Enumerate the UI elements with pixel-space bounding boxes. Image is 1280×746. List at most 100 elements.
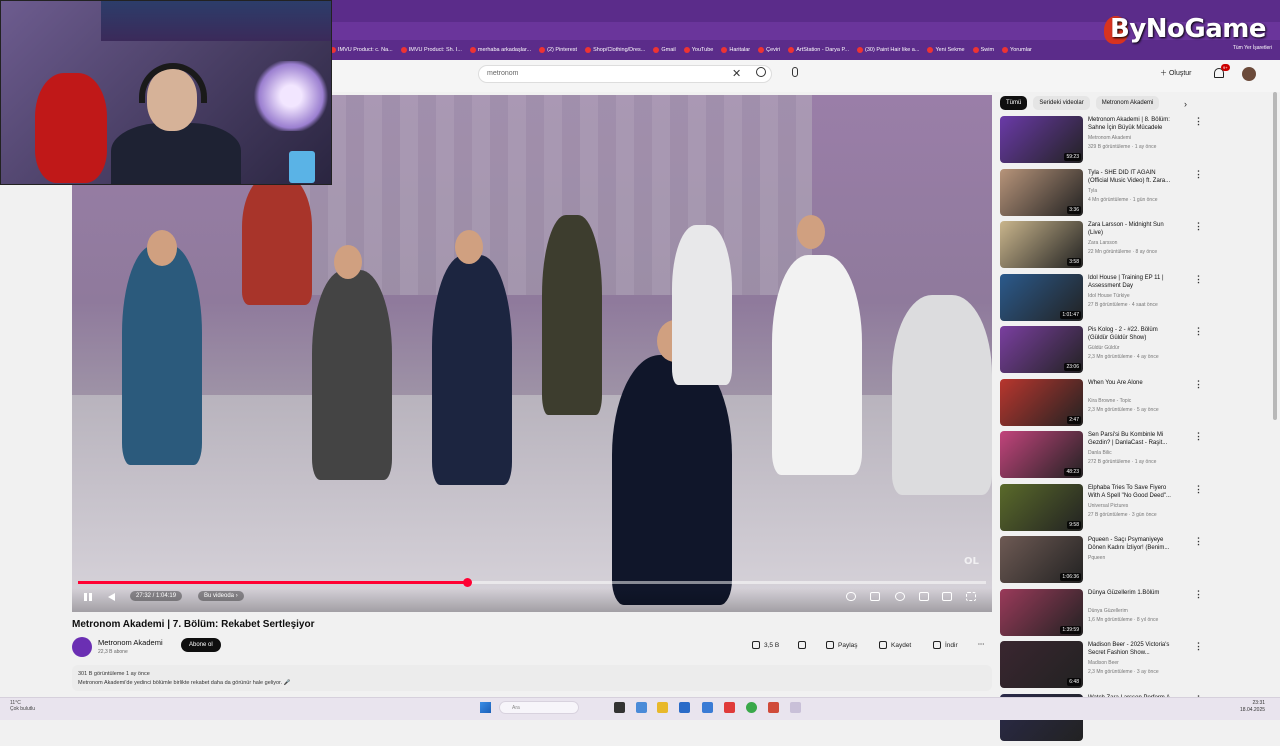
description-box[interactable]: 301 B görüntüleme 1 ay önce Metronom Aka… [72, 665, 992, 691]
more-options-icon[interactable]: ⋮ [1194, 221, 1203, 232]
video-title[interactable]: When You Are Alone [1088, 379, 1176, 387]
mic-icon[interactable] [792, 67, 798, 77]
more-options-icon[interactable]: ⋮ [1194, 641, 1203, 652]
taskbar-clock[interactable]: 23:31 18.04.2025 [1240, 700, 1265, 714]
progress-scrubber[interactable] [462, 578, 472, 587]
more-actions-icon[interactable]: ··· [978, 641, 985, 648]
video-thumbnail[interactable]: 23:06 [1000, 326, 1083, 373]
filter-chip[interactable]: Tümü [1000, 96, 1028, 110]
search-icon[interactable] [756, 67, 766, 77]
video-title[interactable]: Dünya Güzellerim 1.Bölüm [1088, 589, 1176, 597]
theater-icon[interactable] [942, 592, 952, 601]
create-button[interactable]: ＋ Oluştur [1160, 68, 1192, 78]
video-channel[interactable]: Zara Larsson [1088, 240, 1117, 246]
video-thumbnail[interactable]: 1:01:47 [1000, 273, 1083, 321]
more-options-icon[interactable]: ⋮ [1194, 431, 1203, 442]
video-thumbnail[interactable]: 3:36 [1000, 168, 1083, 216]
folder-icon[interactable] [657, 702, 668, 713]
video-title[interactable]: Madison Beer - 2025 Victoria's Secret Fa… [1088, 641, 1176, 657]
video-channel[interactable]: Danla Bilic [1088, 450, 1112, 456]
video-channel[interactable]: Kira Browne - Topic [1088, 398, 1131, 404]
more-options-icon[interactable]: ⋮ [1194, 116, 1203, 127]
weather-widget[interactable]: 11°C Çok bulutlu [10, 700, 35, 712]
recommended-video[interactable]: 3:36 Tyla - SHE DID IT AGAIN (Official Mu… [1000, 168, 1270, 221]
more-options-icon[interactable]: ⋮ [1194, 169, 1203, 180]
video-thumbnail[interactable]: 2:47 [1000, 378, 1083, 426]
scrollbar[interactable] [1273, 92, 1277, 420]
recommended-video[interactable]: 9:58 Elphaba Tries To Save Fiyero With A … [1000, 483, 1270, 536]
bookmark-item[interactable]: Yorumlar [1002, 47, 1032, 53]
like-button[interactable]: 3,5 B [752, 641, 779, 649]
more-options-icon[interactable]: ⋮ [1194, 274, 1203, 285]
more-options-icon[interactable]: ⋮ [1194, 536, 1203, 547]
chapter-button[interactable]: Bu videoda › [198, 591, 244, 601]
filter-chip[interactable]: Serideki videolar [1033, 96, 1090, 110]
video-thumbnail[interactable]: 6:48 [1000, 641, 1083, 688]
volume-icon[interactable] [108, 593, 115, 601]
video-thumbnail[interactable]: 1:39:59 [1000, 588, 1083, 636]
recommended-video[interactable]: 23:06 Pis Kolog - 2 - #22. Bölüm (Güldür … [1000, 326, 1270, 378]
video-thumbnail[interactable]: 59:23 [1000, 116, 1083, 163]
recommended-video[interactable]: 1:06:36 Pqueen - Saçı Psymaniyeye Dönen K… [1000, 536, 1270, 588]
account-avatar[interactable] [1242, 67, 1256, 81]
chrome-icon[interactable] [746, 702, 757, 713]
bookmark-item[interactable]: IMVU Product: Sh. I... [400, 47, 462, 53]
app-icon[interactable] [636, 702, 647, 713]
app-icon-2[interactable] [724, 702, 735, 713]
bookmark-item[interactable]: merhaba arkadaşlar... [469, 47, 531, 53]
video-title[interactable]: Pis Kolog - 2 - #22. Bölüm (Güldür Güldü… [1088, 326, 1176, 342]
taskview-icon[interactable] [614, 702, 625, 713]
recommended-video[interactable]: 1:01:47 Idol House | Training EP 11 | Ass… [1000, 273, 1270, 326]
share-button[interactable]: Paylaş [826, 641, 858, 649]
store-icon[interactable] [679, 702, 690, 713]
bookmark-item[interactable]: (2) Pinterest [539, 47, 577, 53]
video-channel[interactable]: Idol House Türkiye [1088, 293, 1130, 299]
miniplayer-icon[interactable] [919, 592, 929, 601]
app-icon-4[interactable] [790, 702, 801, 713]
save-button[interactable]: Kaydet [879, 641, 911, 649]
settings-icon[interactable] [895, 592, 905, 601]
video-channel[interactable]: Güldür Güldür [1088, 345, 1119, 351]
more-options-icon[interactable]: ⋮ [1194, 589, 1203, 600]
download-button[interactable]: İndir [933, 641, 958, 649]
fullscreen-icon[interactable] [966, 592, 976, 601]
more-options-icon[interactable]: ⋮ [1194, 484, 1203, 495]
video-title[interactable]: Pqueen - Saçı Psymaniyeye Dönen Kadını İ… [1088, 536, 1176, 552]
start-icon[interactable] [480, 702, 491, 713]
edge-icon[interactable] [702, 702, 713, 713]
video-channel[interactable]: Universal Pictures [1088, 503, 1128, 509]
bookmark-item[interactable]: ArtStation - Darya P... [788, 47, 849, 53]
bookmark-item[interactable]: Çeviri [758, 47, 780, 53]
autoplay-toggle-icon[interactable] [846, 592, 856, 601]
video-title[interactable]: Idol House | Training EP 11 | Assessment… [1088, 274, 1176, 290]
pause-icon[interactable] [83, 592, 93, 602]
video-channel[interactable]: Metronom Akademi [1088, 135, 1131, 141]
video-channel[interactable]: Tyla [1088, 188, 1097, 194]
video-channel[interactable]: Dünya Güzellerim [1088, 608, 1128, 614]
more-options-icon[interactable]: ⋮ [1194, 379, 1203, 390]
more-options-icon[interactable]: ⋮ [1194, 326, 1203, 337]
video-thumbnail[interactable]: 48:23 [1000, 431, 1083, 478]
app-icon-3[interactable] [768, 702, 779, 713]
bookmark-item[interactable]: (30) Paint Hair like a... [857, 47, 919, 53]
video-thumbnail[interactable]: 1:06:36 [1000, 536, 1083, 583]
recommended-video[interactable]: 1:39:59 Dünya Güzellerim 1.Bölüm Dünya Güz… [1000, 588, 1270, 641]
bookmark-item[interactable]: YouTube [683, 47, 713, 53]
search-input[interactable]: metronom [478, 65, 772, 83]
recommended-video[interactable]: 2:47 When You Are Alone Kira Browne - Topi… [1000, 378, 1270, 431]
progress-bar[interactable] [78, 578, 986, 587]
filter-chip[interactable]: Metronom Akademi [1095, 96, 1160, 110]
recommended-video[interactable]: 3:58 Zara Larsson - Midnight Sun (Live) Za… [1000, 221, 1270, 273]
video-title[interactable]: Elphaba Tries To Save Fiyero With A Spel… [1088, 484, 1176, 500]
bookmark-item[interactable]: Haritalar [721, 47, 750, 53]
video-title[interactable]: Zara Larsson - Midnight Sun (Live) [1088, 221, 1176, 237]
recommended-video[interactable]: 48:23 Sen Parsi'si Bu Kombinle Mi Gezdin?… [1000, 431, 1270, 483]
recommended-video[interactable]: 59:23 Metronom Akademi | 8. Bölüm: Sahne … [1000, 116, 1270, 168]
subscribe-button[interactable]: Abone ol [181, 638, 221, 652]
video-title[interactable]: Metronom Akademi | 8. Bölüm: Sahne İçin … [1088, 116, 1176, 132]
bookmark-item[interactable]: IMVU Product: c. Na... [330, 47, 393, 53]
video-channel[interactable]: Pqueen [1088, 555, 1105, 561]
video-thumbnail[interactable]: 9:58 [1000, 483, 1083, 531]
bookmark-item[interactable]: Shop/Clothing/Dres... [585, 47, 645, 53]
video-thumbnail[interactable]: 3:58 [1000, 221, 1083, 268]
